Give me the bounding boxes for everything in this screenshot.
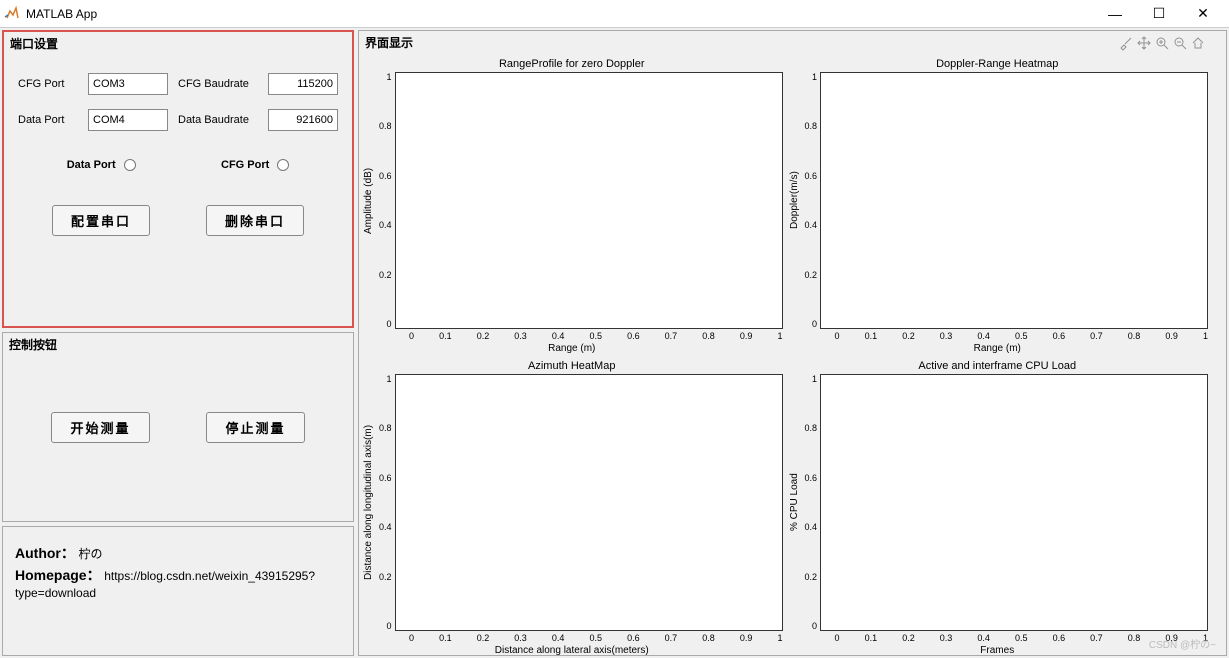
ctrl-panel-title: 控制按钮	[3, 333, 353, 356]
port-panel-title: 端口设置	[4, 32, 352, 55]
minimize-button[interactable]: —	[1093, 0, 1137, 28]
chart-yticks: 10.80.60.40.20	[802, 72, 821, 329]
chart-1: Doppler-Range HeatmapDoppler(m/s)10.80.6…	[787, 56, 1209, 354]
chart-yticks: 10.80.60.40.20	[376, 374, 395, 631]
matlab-icon	[4, 6, 20, 22]
chart-title: Active and interframe CPU Load	[787, 358, 1209, 374]
cfg-port-label: CFG Port	[18, 78, 78, 90]
chart-ylabel: Doppler(m/s)	[787, 72, 802, 329]
port-settings-panel: 端口设置 CFG Port CFG Baudrate Data Port Dat…	[2, 30, 354, 328]
start-measure-button[interactable]: 开始测量	[51, 412, 149, 443]
cfg-port-input[interactable]	[88, 73, 168, 95]
chart-xticks: 00.10.20.30.40.50.60.70.80.91	[409, 631, 783, 645]
watermark: CSDN @柠の~	[1149, 636, 1216, 651]
chart-title: Doppler-Range Heatmap	[787, 56, 1209, 72]
data-baud-input[interactable]	[268, 109, 338, 131]
delete-port-button[interactable]: 删除串口	[206, 205, 304, 236]
chart-xticks: 00.10.20.30.40.50.60.70.80.91	[409, 329, 783, 343]
home-icon[interactable]	[1190, 35, 1206, 51]
chart-xticks: 00.10.20.30.40.50.60.70.80.91	[835, 329, 1209, 343]
chart-yticks: 10.80.60.40.20	[802, 374, 821, 631]
chart-xlabel: Range (m)	[361, 343, 783, 354]
chart-yticks: 10.80.60.40.20	[376, 72, 395, 329]
window-title: MATLAB App	[26, 7, 1093, 21]
data-port-radio[interactable]	[124, 159, 136, 171]
chart-xlabel: Distance along lateral axis(meters)	[361, 645, 783, 656]
brush-icon[interactable]	[1118, 35, 1134, 51]
chart-plot-area[interactable]	[820, 72, 1208, 329]
data-port-input[interactable]	[88, 109, 168, 131]
radio-label: Data Port	[67, 159, 116, 171]
chart-plot-area[interactable]	[395, 374, 783, 631]
maximize-button[interactable]: ☐	[1137, 0, 1181, 28]
author-value: 柠の	[79, 547, 103, 561]
close-button[interactable]: ✕	[1181, 0, 1225, 28]
cfg-baud-label: CFG Baudrate	[178, 78, 258, 90]
data-port-radio-label[interactable]: Data Port	[67, 159, 136, 171]
data-baud-label: Data Baudrate	[178, 114, 258, 126]
chart-2: Azimuth HeatMapDistance along longitudin…	[361, 358, 783, 656]
pan-icon[interactable]	[1136, 35, 1152, 51]
chart-3: Active and interframe CPU Load% CPU Load…	[787, 358, 1209, 656]
display-panel-title: 界面显示	[359, 31, 1226, 54]
author-label: Author：	[15, 545, 75, 561]
zoom-in-icon[interactable]	[1154, 35, 1170, 51]
chart-xlabel: Range (m)	[787, 343, 1209, 354]
chart-xlabel: Frames	[787, 645, 1209, 656]
stop-measure-button[interactable]: 停止测量	[206, 412, 304, 443]
control-panel: 控制按钮 开始测量 停止测量	[2, 332, 354, 522]
chart-plot-area[interactable]	[395, 72, 783, 329]
chart-ylabel: % CPU Load	[787, 374, 802, 631]
cfg-port-radio-label[interactable]: CFG Port	[221, 159, 289, 171]
homepage-label: Homepage：	[15, 567, 101, 583]
chart-title: Azimuth HeatMap	[361, 358, 783, 374]
data-port-label: Data Port	[18, 114, 78, 126]
chart-plot-area[interactable]	[820, 374, 1208, 631]
axes-toolbar	[1118, 35, 1206, 51]
config-port-button[interactable]: 配置串口	[52, 205, 150, 236]
display-panel: 界面显示 RangeProfile for zero DopplerAmplit…	[358, 30, 1227, 656]
cfg-port-radio[interactable]	[277, 159, 289, 171]
cfg-baud-input[interactable]	[268, 73, 338, 95]
chart-ylabel: Distance along longitudinal axis(m)	[361, 374, 376, 631]
chart-0: RangeProfile for zero DopplerAmplitude (…	[361, 56, 783, 354]
zoom-out-icon[interactable]	[1172, 35, 1188, 51]
info-panel: Author： 柠の Homepage： https://blog.csdn.n…	[2, 526, 354, 656]
titlebar: MATLAB App — ☐ ✕	[0, 0, 1229, 28]
chart-ylabel: Amplitude (dB)	[361, 72, 376, 329]
chart-title: RangeProfile for zero Doppler	[361, 56, 783, 72]
radio-label: CFG Port	[221, 159, 269, 171]
